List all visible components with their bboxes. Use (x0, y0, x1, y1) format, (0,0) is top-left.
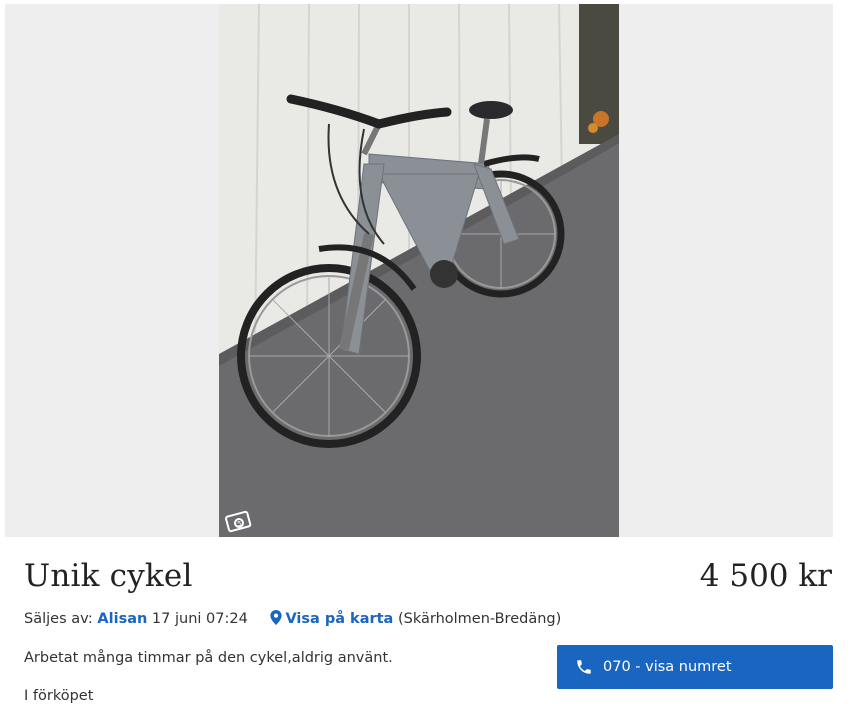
listing-description-continued: I förköpet (24, 688, 94, 704)
seller-link[interactable]: Alisan (97, 611, 147, 627)
posted-date: 17 juni 07:24 (151, 611, 248, 627)
listing-photo[interactable]: 5 (219, 4, 619, 537)
listing-description: Arbetat många timmar på den cykel,aldrig… (24, 650, 393, 666)
show-phone-button[interactable]: 070 - visa numret (557, 645, 833, 689)
listing-title: Unik cykel (24, 558, 193, 594)
phone-icon (577, 660, 591, 674)
show-on-map-link[interactable]: Visa på karta (285, 611, 393, 627)
phone-button-label: 070 - visa numret (603, 659, 732, 675)
listing-meta: Säljes av: Alisan 17 juni 07:24 Visa på … (24, 610, 561, 627)
svg-text:5: 5 (237, 520, 241, 528)
seller-prefix: Säljes av: (24, 611, 93, 627)
camera-icon[interactable]: 5 (225, 509, 253, 533)
image-gallery[interactable]: 5 (5, 4, 833, 537)
map-pin-icon (270, 610, 283, 625)
location-text: (Skärholmen-Bredäng) (397, 611, 562, 627)
bike-photo-illustration (219, 4, 619, 537)
listing-price: 4 500 kr (699, 558, 832, 594)
